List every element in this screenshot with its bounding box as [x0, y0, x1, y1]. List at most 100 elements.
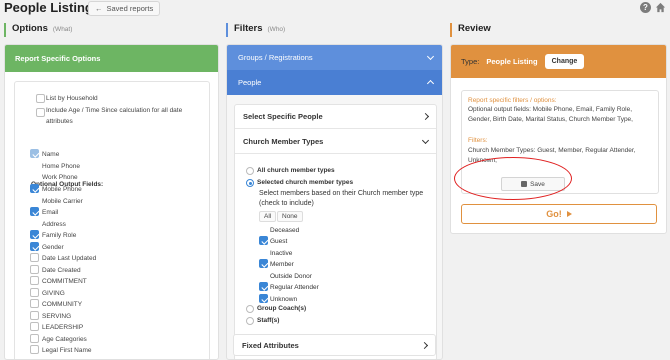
review-filters-title: Filters: [468, 137, 488, 144]
field-label-work-phone: Work Phone [42, 174, 78, 181]
report-options-header[interactable]: Report Specific Options [5, 45, 218, 72]
filters-panel: Groups / Registrations People Select Spe… [226, 44, 443, 360]
member-type-checkbox-outside-donor[interactable] [259, 271, 268, 280]
field-checkbox-family-role[interactable] [30, 230, 39, 239]
member-type-checkbox-guest[interactable] [259, 236, 268, 245]
change-type-button[interactable]: Change [544, 54, 585, 69]
member-type-checkbox-inactive[interactable] [259, 248, 268, 257]
field-checkbox-serving[interactable] [30, 311, 39, 320]
member-type-label-deceased: Deceased [270, 227, 300, 234]
field-checkbox-mobile-phone[interactable] [30, 184, 39, 193]
chevron-right-icon [421, 112, 430, 121]
field-checkbox-community[interactable] [30, 299, 39, 308]
saved-reports-label: Saved reports [106, 4, 154, 13]
type-label: Type: [461, 57, 480, 66]
review-panel: Type: People Listing Change Report speci… [450, 44, 667, 234]
member-type-label-unknown: Unknown [270, 296, 298, 303]
filters-heading-sub: (Who) [267, 26, 286, 33]
fixed-attributes-row[interactable]: Fixed Attributes [233, 334, 436, 356]
filters-heading: Filters (Who) [226, 23, 285, 37]
people-accordion[interactable]: People [227, 70, 442, 95]
all-types-radio[interactable] [246, 167, 254, 175]
field-label-family-role: Family Role [42, 232, 77, 239]
field-label-address: Address [42, 221, 66, 228]
member-type-label-member: Member [270, 261, 294, 268]
field-label-name: Name [42, 151, 60, 158]
selected-types-label: Selected church member types [257, 179, 354, 186]
help-icon[interactable]: ? [640, 2, 651, 13]
field-label-legal-first-name: Legal First Name [42, 347, 92, 354]
options-heading-title: Options [12, 23, 48, 34]
member-type-label-regular-attender: Regular Attender [270, 284, 319, 291]
field-checkbox-home-phone[interactable] [30, 161, 39, 170]
field-label-commitment: COMMITMENT [42, 278, 87, 285]
field-checkbox-giving[interactable] [30, 288, 39, 297]
field-label-mobile-carrier: Mobile Carrier [42, 198, 83, 205]
chevron-right-icon [420, 341, 429, 349]
member-type-label-guest: Guest [270, 238, 288, 245]
field-checkbox-date-last-updated[interactable] [30, 253, 39, 262]
field-label-home-phone: Home Phone [42, 163, 80, 170]
church-member-types-row[interactable]: Church Member Types [235, 130, 436, 154]
chevron-down-icon [421, 136, 430, 144]
field-checkbox-legal-first-name[interactable] [30, 345, 39, 354]
field-checkbox-address[interactable] [30, 219, 39, 228]
review-options-text: Optional output fields: Mobile Phone, Em… [468, 106, 633, 123]
field-label-date-created: Date Created [42, 267, 81, 274]
field-checkbox-name[interactable] [30, 149, 39, 158]
select-specific-people-row[interactable]: Select Specific People [235, 105, 436, 129]
chevron-up-icon [426, 79, 435, 88]
member-type-checkbox-regular-attender[interactable] [259, 282, 268, 291]
highlight-annotation [454, 157, 572, 200]
field-checkbox-commitment[interactable] [30, 276, 39, 285]
field-checkbox-email[interactable] [30, 207, 39, 216]
group-coach-label: Group Coach(s) [257, 305, 307, 312]
options-panel: Report Specific Options List by Househol… [4, 44, 219, 360]
select-all-button[interactable]: All [259, 211, 277, 222]
home-icon[interactable] [655, 2, 666, 13]
member-type-checkbox-member[interactable] [259, 259, 268, 268]
member-type-checkbox-unknown[interactable] [259, 294, 268, 303]
review-heading-title: Review [458, 23, 491, 34]
include-age-label-line2: attributes [46, 118, 73, 125]
field-checkbox-gender[interactable] [30, 242, 39, 251]
field-checkbox-date-created[interactable] [30, 265, 39, 274]
field-checkbox-leadership[interactable] [30, 322, 39, 331]
field-label-mobile-phone: Mobile Phone [42, 186, 82, 193]
review-options-title: Report specific filters / options: [468, 97, 557, 104]
selected-types-radio[interactable] [246, 179, 254, 187]
field-label-date-last-updated: Date Last Updated [42, 255, 97, 262]
go-button[interactable]: Go! [461, 204, 657, 224]
filters-heading-title: Filters [234, 23, 263, 34]
include-age-label: Include Age / Time Since calculation for… [46, 107, 183, 114]
include-age-checkbox[interactable] [36, 108, 45, 117]
options-heading-sub: (What) [52, 26, 73, 33]
people-filter-body: Select Specific People Church Member Typ… [234, 104, 437, 359]
field-checkbox-age-categories[interactable] [30, 334, 39, 343]
review-heading: Review [450, 23, 491, 37]
group-coach-radio[interactable] [246, 305, 254, 313]
list-by-household-checkbox[interactable] [36, 94, 45, 103]
staff-radio[interactable] [246, 317, 254, 325]
member-type-label-inactive: Inactive [270, 250, 293, 257]
groups-registrations-accordion[interactable]: Groups / Registrations [227, 45, 442, 70]
field-label-gender: Gender [42, 244, 64, 251]
field-checkbox-mobile-carrier[interactable] [30, 196, 39, 205]
arrow-left-icon: ← [95, 4, 103, 13]
member-type-checkbox-deceased[interactable] [259, 225, 268, 234]
member-type-instruction: Select members based on their Church mem… [259, 190, 424, 207]
field-label-email: Email [42, 209, 59, 216]
options-heading: Options (What) [4, 23, 72, 37]
people-label: People [238, 78, 262, 87]
church-member-types-label: Church Member Types [243, 137, 324, 146]
field-label-serving: SERVING [42, 313, 72, 320]
list-by-household-label: List by Household [46, 95, 98, 102]
play-icon [566, 211, 572, 217]
groups-registrations-label: Groups / Registrations [238, 53, 313, 62]
saved-reports-button[interactable]: ← Saved reports [88, 1, 161, 16]
field-label-giving: GIVING [42, 290, 65, 297]
field-checkbox-work-phone[interactable] [30, 172, 39, 181]
type-value: People Listing [486, 57, 538, 66]
field-label-leadership: LEADERSHIP [42, 324, 84, 331]
select-none-button[interactable]: None [277, 211, 303, 222]
